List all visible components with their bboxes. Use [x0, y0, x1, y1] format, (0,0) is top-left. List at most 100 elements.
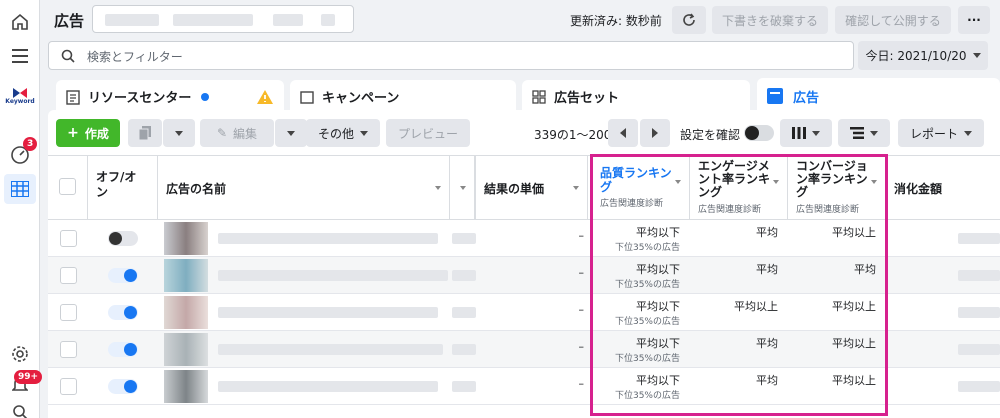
edit-label: 編集 [233, 126, 258, 141]
blurred-value [958, 307, 1000, 318]
edit-button[interactable]: ✎ 編集 [200, 119, 274, 147]
search-rail-icon[interactable] [8, 400, 32, 418]
search-placeholder: 検索とフィルター [87, 50, 183, 64]
create-button[interactable]: + 作成 [56, 119, 120, 147]
warning-icon [257, 89, 273, 104]
ad-name-blurred [218, 344, 443, 355]
more-button[interactable]: ··· [958, 6, 990, 34]
chevron-left-icon [620, 128, 626, 138]
row-toggle[interactable] [108, 268, 138, 283]
chevron-down-icon [870, 130, 878, 136]
page-title: 広告 [54, 12, 85, 30]
date-range-button[interactable]: 今日: 2021/10/20 [858, 41, 988, 70]
ad-name-blurred [218, 307, 438, 318]
folder-icon [300, 90, 314, 104]
plus-icon: + [67, 125, 79, 141]
top-bar: 広告 更新済み: 数秒前 下書きを破棄する 確認して公開する ··· [40, 0, 1000, 40]
header-ad-name[interactable]: 広告の名前 [158, 156, 450, 220]
pagination-text: 339の1～200 [534, 128, 612, 142]
date-label: 今日: 2021/10/20 [865, 49, 967, 63]
row-cost: – [578, 229, 585, 242]
tab-campaigns[interactable]: キャンペーン [290, 80, 516, 113]
other-label: その他 [317, 126, 354, 141]
chevron-down-icon [812, 130, 820, 136]
review-publish-button[interactable]: 確認して公開する [835, 6, 951, 34]
header-name-label: 広告の名前 [166, 182, 227, 196]
row-cost: – [578, 303, 585, 316]
ad-icon [767, 88, 783, 104]
notification-badge: 3 [23, 137, 38, 151]
tab-label: 広告 [793, 90, 820, 106]
row-checkbox[interactable] [60, 341, 77, 358]
ranking-columns-highlight [590, 154, 888, 416]
home-icon[interactable] [8, 10, 32, 34]
header-amount-spent[interactable]: 消化金額 [886, 156, 1000, 220]
left-rail: Keyword 3 99+ [0, 0, 43, 418]
select-all-checkbox[interactable] [59, 178, 76, 195]
blurred-value [452, 307, 476, 318]
blurred-value [452, 270, 476, 281]
next-page-button[interactable] [640, 119, 670, 147]
breakdown-button[interactable] [838, 119, 890, 147]
select-all-cell [48, 156, 88, 220]
blurred-value [958, 270, 1000, 281]
tab-label: 広告セット [554, 91, 620, 106]
ad-name-blurred [218, 233, 438, 244]
preview-button[interactable]: プレビュー [386, 119, 470, 147]
row-toggle[interactable] [108, 305, 138, 320]
report-button[interactable]: レポート [898, 119, 984, 147]
row-checkbox[interactable] [60, 230, 77, 247]
clipboard-icon [66, 89, 80, 105]
tab-ads[interactable]: 広告 [757, 78, 1000, 114]
search-input[interactable]: 検索とフィルター [48, 41, 854, 70]
menu-icon[interactable] [8, 44, 32, 68]
tab-ad-sets[interactable]: 広告セット [522, 80, 750, 113]
columns-icon [792, 127, 806, 139]
blurred-value [452, 381, 476, 392]
draft-name-field[interactable] [92, 5, 354, 33]
chevron-down-icon [360, 130, 368, 136]
logo-text: Keyword [5, 98, 35, 105]
row-toggle[interactable] [108, 342, 138, 357]
chevron-down-icon [175, 130, 183, 136]
row-toggle[interactable] [108, 231, 138, 246]
sort-icon [573, 186, 579, 190]
ad-thumbnail [164, 370, 208, 403]
blurred-value [958, 344, 1000, 355]
keyword-logo: Keyword [5, 84, 35, 110]
row-cost: – [578, 266, 585, 279]
create-label: 作成 [84, 126, 109, 141]
header-onoff-label: オフ/オン [96, 170, 137, 199]
ad-thumbnail [164, 259, 208, 292]
sort-icon [460, 186, 466, 190]
duplicate-icon [139, 126, 151, 140]
tab-resource-center[interactable]: リソースセンター [56, 80, 284, 113]
refresh-button[interactable] [672, 6, 706, 34]
prev-page-button[interactable] [608, 119, 638, 147]
row-checkbox[interactable] [60, 304, 77, 321]
edit-dropdown[interactable] [275, 119, 307, 147]
update-status: 更新済み: 数秒前 [570, 14, 662, 28]
refresh-icon [683, 13, 695, 26]
ads-manager-icon[interactable] [4, 174, 36, 204]
check-settings-toggle[interactable] [744, 125, 774, 141]
grid-icon [532, 89, 546, 104]
row-checkbox[interactable] [60, 378, 77, 395]
chevron-down-icon [972, 53, 981, 58]
breakdown-icon [850, 127, 864, 139]
header-cost-per-result[interactable]: 結果の単価 [476, 156, 588, 220]
discard-draft-button[interactable]: 下書きを破棄する [712, 6, 828, 34]
other-button[interactable]: その他 [306, 119, 380, 147]
tab-label: リソースセンター [88, 91, 192, 106]
duplicate-dropdown[interactable] [163, 119, 195, 147]
duplicate-button[interactable] [128, 119, 162, 147]
header-onoff[interactable]: オフ/オン [88, 156, 158, 220]
row-checkbox[interactable] [60, 267, 77, 284]
row-toggle[interactable] [108, 379, 138, 394]
settings-icon[interactable] [8, 342, 32, 366]
tab-label: キャンペーン [322, 91, 400, 106]
ad-thumbnail [164, 333, 208, 366]
ad-thumbnail [164, 222, 208, 255]
chevron-down-icon [287, 130, 295, 136]
columns-button[interactable] [780, 119, 832, 147]
